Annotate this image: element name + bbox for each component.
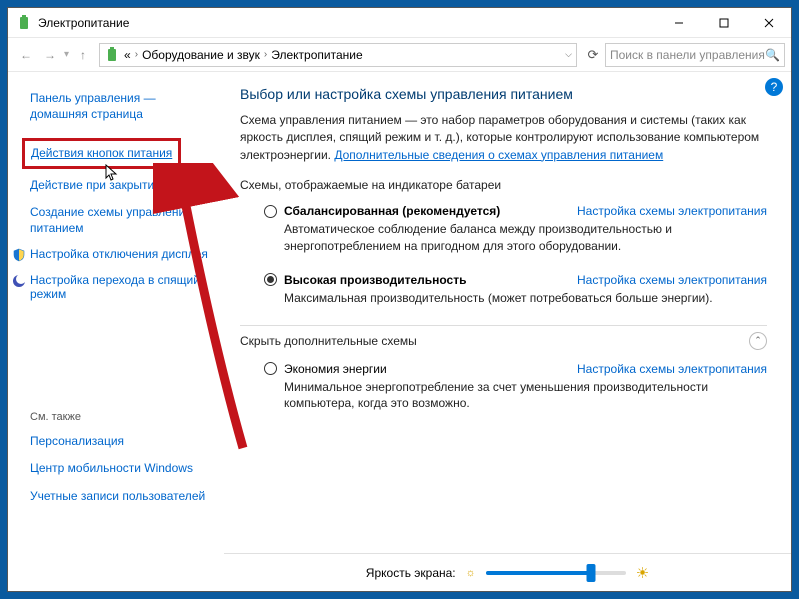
radio-power-saver[interactable] bbox=[264, 362, 277, 375]
plan-name-power-saver: Экономия энергии bbox=[284, 362, 387, 376]
sun-low-icon: ☼ bbox=[466, 567, 476, 579]
sidebar-item-power-buttons[interactable]: Действия кнопок питания bbox=[22, 138, 181, 168]
learn-more-link[interactable]: Дополнительные сведения о схемах управле… bbox=[334, 148, 663, 162]
titlebar: Электропитание bbox=[8, 8, 791, 38]
sidebar-item-sleep[interactable]: Настройка перехода в спящий режим bbox=[30, 273, 212, 301]
sidebar-link-mobility[interactable]: Центр мобильности Windows bbox=[30, 460, 212, 476]
slider-track bbox=[486, 571, 591, 575]
edit-plan-balanced-link[interactable]: Настройка схемы электропитания bbox=[577, 204, 767, 218]
chevron-right-icon: › bbox=[135, 49, 138, 60]
maximize-button[interactable] bbox=[701, 8, 746, 38]
sidebar-item-create-plan[interactable]: Создание схемы управления питанием bbox=[30, 204, 212, 236]
breadcrumb-prefix: « bbox=[124, 48, 131, 62]
brightness-bar: Яркость экрана: ☼ ☀ bbox=[224, 553, 791, 591]
search-placeholder: Поиск в панели управления bbox=[610, 48, 765, 62]
see-also-label: См. также bbox=[30, 411, 212, 423]
shield-icon bbox=[12, 248, 26, 262]
breadcrumb-power[interactable]: Электропитание bbox=[271, 48, 362, 62]
plan-desc-power-saver: Минимальное энергопотребление за счет ум… bbox=[284, 379, 767, 413]
plan-desc-high-perf: Максимальная производительность (может п… bbox=[284, 290, 767, 307]
hide-extra-row: Скрыть дополнительные схемы ⌃ bbox=[240, 325, 767, 350]
address-bar[interactable]: « › Оборудование и звук › Электропитание… bbox=[99, 43, 577, 67]
sidebar-item-display-off[interactable]: Настройка отключения дисплея bbox=[30, 247, 208, 261]
close-button[interactable] bbox=[746, 8, 791, 38]
forward-button[interactable]: → bbox=[38, 43, 62, 67]
plan-balanced: Сбалансированная (рекомендуется) Настрой… bbox=[264, 204, 767, 255]
radio-high-perf[interactable] bbox=[264, 273, 277, 286]
edit-plan-highperf-link[interactable]: Настройка схемы электропитания bbox=[577, 273, 767, 287]
address-dropdown-icon[interactable]: ⌵ bbox=[565, 49, 572, 60]
edit-plan-saver-link[interactable]: Настройка схемы электропитания bbox=[577, 362, 767, 376]
dropdown-history-icon[interactable]: ▾ bbox=[64, 49, 69, 60]
sun-high-icon: ☀ bbox=[636, 564, 649, 582]
plan-name-high-perf: Высокая производительность bbox=[284, 273, 466, 287]
sidebar-link-personalization[interactable]: Персонализация bbox=[30, 433, 212, 449]
plan-high-perf: Высокая производительность Настройка схе… bbox=[264, 273, 767, 307]
help-button[interactable]: ? bbox=[765, 78, 783, 96]
sidebar-item-lid-close[interactable]: Действие при закрытии крышки bbox=[30, 177, 212, 193]
plan-desc-balanced: Автоматическое соблюдение баланса между … bbox=[284, 221, 767, 255]
brightness-label: Яркость экрана: bbox=[366, 566, 456, 580]
chevron-right-icon: › bbox=[264, 49, 267, 60]
search-icon[interactable]: 🔍 bbox=[765, 48, 780, 62]
main-panel: ? Выбор или настройка схемы управления п… bbox=[224, 72, 791, 591]
plan-name-balanced: Сбалансированная (рекомендуется) bbox=[284, 204, 500, 218]
search-input[interactable]: Поиск в панели управления 🔍 bbox=[605, 43, 785, 67]
power-icon bbox=[16, 15, 32, 31]
minimize-button[interactable] bbox=[656, 8, 701, 38]
power-plan-icon bbox=[104, 47, 120, 63]
back-button[interactable]: ← bbox=[14, 43, 38, 67]
sidebar: Панель управления — домашняя страница Де… bbox=[8, 72, 224, 591]
sidebar-home-link[interactable]: Панель управления — домашняя страница bbox=[30, 90, 212, 122]
brightness-slider[interactable] bbox=[486, 571, 626, 575]
slider-thumb[interactable] bbox=[586, 564, 595, 582]
hide-extra-label[interactable]: Скрыть дополнительные схемы bbox=[240, 334, 417, 348]
refresh-button[interactable]: ⟳ bbox=[581, 43, 605, 67]
plan-power-saver: Экономия энергии Настройка схемы электро… bbox=[264, 362, 767, 413]
collapse-icon[interactable]: ⌃ bbox=[749, 332, 767, 350]
power-options-window: Электропитание ← → ▾ ↑ « › Оборудование … bbox=[7, 7, 792, 592]
sidebar-link-accounts[interactable]: Учетные записи пользователей bbox=[30, 488, 212, 504]
page-description: Схема управления питанием — это набор па… bbox=[240, 112, 767, 164]
nav-bar: ← → ▾ ↑ « › Оборудование и звук › Электр… bbox=[8, 38, 791, 72]
radio-balanced[interactable] bbox=[264, 205, 277, 218]
breadcrumb-hw-sound[interactable]: Оборудование и звук bbox=[142, 48, 260, 62]
window-title: Электропитание bbox=[38, 16, 656, 30]
page-heading: Выбор или настройка схемы управления пит… bbox=[240, 86, 767, 102]
battery-indicator-label: Схемы, отображаемые на индикаторе батаре… bbox=[240, 178, 767, 192]
moon-icon bbox=[12, 274, 26, 288]
content-body: Панель управления — домашняя страница Де… bbox=[8, 72, 791, 591]
up-button[interactable]: ↑ bbox=[71, 43, 95, 67]
window-controls bbox=[656, 8, 791, 38]
